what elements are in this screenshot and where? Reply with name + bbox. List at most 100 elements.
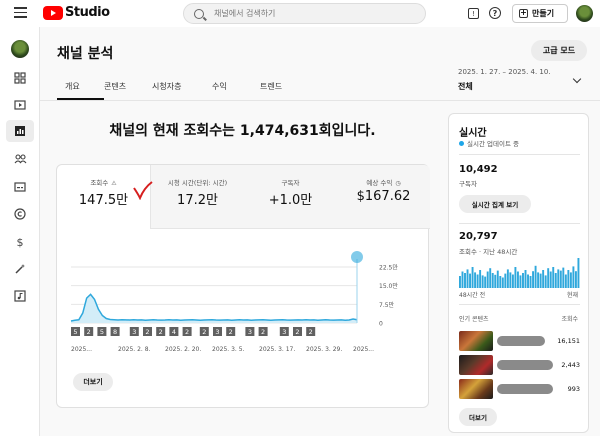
realtime-bar[interactable] xyxy=(501,277,504,289)
realtime-bar[interactable] xyxy=(529,276,532,288)
account-avatar[interactable] xyxy=(576,5,593,22)
tab-audience[interactable]: 시청자층 xyxy=(152,72,212,100)
realtime-bar[interactable] xyxy=(499,276,502,288)
realtime-bar[interactable] xyxy=(519,275,522,288)
realtime-bar[interactable] xyxy=(471,267,474,288)
video-marker-count: 3 xyxy=(282,328,286,336)
realtime-bar[interactable] xyxy=(469,273,472,288)
help-icon[interactable]: ? xyxy=(489,7,501,19)
realtime-bar[interactable] xyxy=(572,266,575,288)
advanced-mode-button[interactable]: 고급 모드 xyxy=(531,40,587,61)
realtime-bar[interactable] xyxy=(459,276,461,288)
realtime-bar[interactable] xyxy=(504,273,507,288)
see-more-button[interactable]: 더보기 xyxy=(73,373,113,391)
realtime-bar[interactable] xyxy=(496,270,499,288)
realtime-bar[interactable] xyxy=(461,271,464,289)
realtime-bar[interactable] xyxy=(562,267,565,288)
top-video-row[interactable]: 993 xyxy=(459,379,580,399)
date-range[interactable]: 2025. 1. 27. – 2025. 4. 10. xyxy=(458,68,551,76)
period-selector[interactable]: 전체 xyxy=(458,81,473,92)
earn-icon[interactable]: $ xyxy=(6,231,34,253)
realtime-bar[interactable] xyxy=(484,276,487,288)
views-column-label: 조회수 xyxy=(561,316,578,323)
content-icon[interactable] xyxy=(6,94,34,116)
menu-icon[interactable] xyxy=(14,7,27,18)
realtime-bar[interactable] xyxy=(476,274,479,289)
realtime-bar[interactable] xyxy=(559,270,562,288)
realtime-count-button[interactable]: 실시간 집계 보기 xyxy=(459,195,531,213)
realtime-bar[interactable] xyxy=(549,271,552,289)
top-content-label: 인기 콘텐츠 xyxy=(459,316,489,323)
layers-icon[interactable] xyxy=(351,251,363,263)
video-thumbnail[interactable] xyxy=(459,379,493,399)
tab-content[interactable]: 콘텐츠 xyxy=(104,72,152,100)
realtime-bar[interactable] xyxy=(491,273,494,288)
realtime-bar[interactable] xyxy=(569,272,572,288)
views-chart[interactable]: 22.5만 15.0만 7.5만 0 5 2 5 8 3 2 2 4 2 2 3 2 3 2 3 2 2 2025... 2… xyxy=(57,165,430,365)
x-tick-label: 2025. 3. 5. xyxy=(212,346,245,353)
realtime-bar[interactable] xyxy=(567,270,570,288)
feedback-icon[interactable]: ! xyxy=(468,8,479,19)
views-series-line[interactable] xyxy=(70,293,358,322)
video-marker-count: 5 xyxy=(100,328,104,336)
realtime-bar[interactable] xyxy=(574,271,577,288)
tab-overview[interactable]: 개요 xyxy=(57,72,104,100)
realtime-bar[interactable] xyxy=(564,274,567,289)
realtime-bar[interactable] xyxy=(527,274,529,289)
realtime-bar[interactable] xyxy=(542,270,545,288)
realtime-bar[interactable] xyxy=(532,271,535,288)
dashboard-icon[interactable] xyxy=(6,67,34,89)
realtime-bar[interactable] xyxy=(466,269,469,288)
plus-icon: + xyxy=(519,8,528,18)
realtime-bar[interactable] xyxy=(514,267,517,288)
create-button[interactable]: + 만들기 xyxy=(512,4,568,23)
search-input[interactable]: 채널에서 검색하기 xyxy=(183,3,426,24)
realtime-bar[interactable] xyxy=(481,275,484,288)
realtime-bar[interactable] xyxy=(506,269,509,288)
customization-icon[interactable] xyxy=(6,258,34,280)
video-thumbnail[interactable] xyxy=(459,355,493,375)
community-icon[interactable] xyxy=(6,148,34,170)
realtime-bar[interactable] xyxy=(524,270,527,288)
realtime-bar[interactable] xyxy=(557,269,560,288)
realtime-bar[interactable] xyxy=(516,271,519,289)
audio-library-icon[interactable] xyxy=(6,285,34,307)
realtime-bar[interactable] xyxy=(494,274,497,288)
overview-card: 조회수 ⚠ 147.5만 시청 시간(단위: 시간) 17.2만 구독자 +1.0… xyxy=(56,164,430,408)
realtime-subscribers: 10,492 xyxy=(459,164,498,175)
realtime-bar[interactable] xyxy=(509,272,512,288)
realtime-bar[interactable] xyxy=(547,268,550,288)
realtime-bar[interactable] xyxy=(539,273,542,288)
youtube-studio-logo[interactable]: Studio xyxy=(43,5,110,20)
realtime-bar[interactable] xyxy=(554,273,557,288)
video-marker-count: 2 xyxy=(185,328,189,336)
divider xyxy=(459,223,580,224)
realtime-bar[interactable] xyxy=(511,274,514,289)
realtime-bar[interactable] xyxy=(544,275,547,288)
realtime-bar[interactable] xyxy=(552,267,555,288)
realtime-bar[interactable] xyxy=(577,258,580,288)
tab-revenue[interactable]: 수익 xyxy=(212,72,260,100)
chevron-down-icon[interactable] xyxy=(572,74,582,84)
top-video-row[interactable]: 2,443 xyxy=(459,355,580,375)
video-thumbnail[interactable] xyxy=(459,331,493,351)
copyright-icon[interactable] xyxy=(6,203,34,225)
realtime-bar[interactable] xyxy=(522,273,524,288)
channel-avatar[interactable] xyxy=(11,40,29,58)
top-video-row[interactable]: 16,151 xyxy=(459,331,580,351)
divider xyxy=(459,304,580,305)
red-check-mark xyxy=(133,181,153,200)
realtime-bar[interactable] xyxy=(464,273,466,288)
analytics-icon[interactable] xyxy=(6,120,34,142)
tab-trends[interactable]: 트렌드 xyxy=(260,72,310,100)
realtime-bar[interactable] xyxy=(479,270,482,288)
realtime-bar[interactable] xyxy=(486,271,489,289)
video-marker-count: 2 xyxy=(229,328,233,336)
realtime-bar[interactable] xyxy=(489,268,492,288)
realtime-views-bars[interactable] xyxy=(459,258,580,288)
realtime-see-more-button[interactable]: 더보기 xyxy=(459,408,497,426)
realtime-bar[interactable] xyxy=(534,265,537,288)
subtitles-icon[interactable] xyxy=(6,176,34,198)
realtime-bar[interactable] xyxy=(537,272,540,288)
realtime-bar[interactable] xyxy=(474,272,477,288)
